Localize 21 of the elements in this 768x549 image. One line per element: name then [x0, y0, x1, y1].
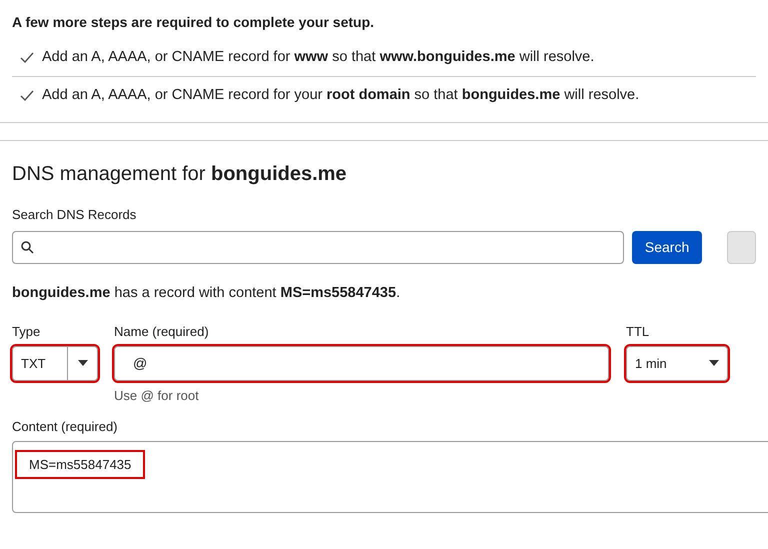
- search-label: Search DNS Records: [12, 206, 138, 224]
- record-notice: bonguides.me has a record with content MS=ms55847435.: [12, 284, 402, 302]
- ttl-select[interactable]: 1 min: [626, 346, 728, 381]
- ttl-label: TTL: [626, 323, 650, 342]
- name-hint: Use @ for root: [114, 386, 200, 405]
- search-field[interactable]: [12, 230, 624, 264]
- search-button[interactable]: Search: [632, 230, 702, 264]
- step-text: Add an A, AAAA, or CNAME record for your root domain so that bonguides.me will resolve.: [42, 86, 640, 105]
- setup-heading: A few more steps are required to complete your setup.: [12, 13, 376, 32]
- caret-icon: [78, 360, 88, 366]
- search-icon: [21, 240, 34, 254]
- content-field[interactable]: MS=ms55847435: [17, 452, 144, 478]
- content-label: Content (required): [12, 418, 118, 436]
- type-select[interactable]: TXT: [12, 346, 98, 381]
- step-text: Add an A, AAAA, or CNAME record for www so that www.bonguides.me will resolve.: [42, 48, 594, 68]
- secondary-button[interactable]: [726, 230, 756, 264]
- name-field[interactable]: @: [114, 346, 609, 381]
- type-label: Type: [12, 323, 42, 342]
- caret-icon: [709, 360, 719, 366]
- name-label: Name (required): [114, 323, 210, 342]
- dns-title: DNS management for bonguides.me: [12, 162, 348, 187]
